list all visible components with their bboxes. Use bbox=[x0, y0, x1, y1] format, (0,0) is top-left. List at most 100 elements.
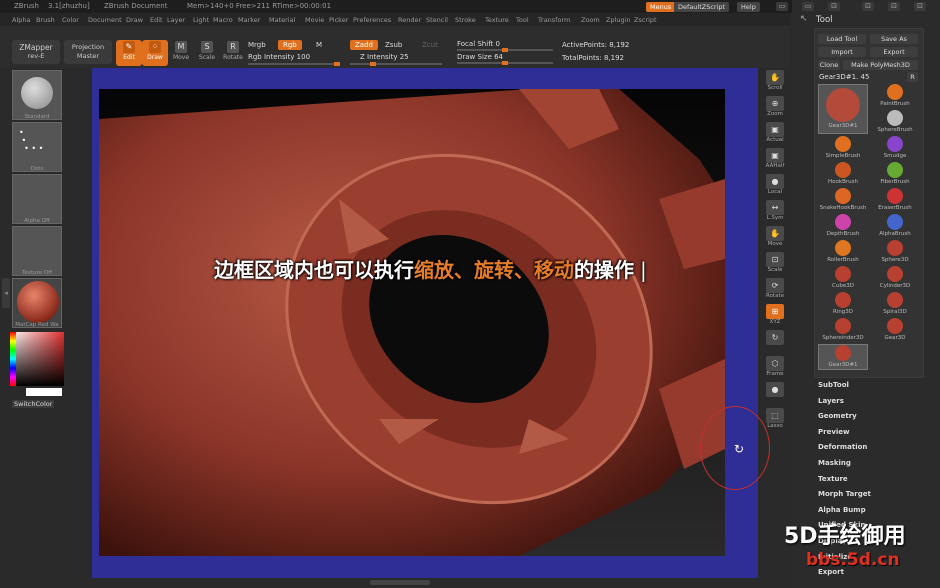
menu-movie[interactable]: Movie bbox=[305, 16, 324, 24]
tool-sphereinder3d[interactable]: Sphereinder3D bbox=[818, 318, 868, 344]
shelf-frame[interactable]: ⬡ Frame bbox=[763, 356, 787, 382]
submenu-layers[interactable]: Layers bbox=[818, 397, 844, 405]
shelf-l-sym[interactable]: ↔ L.Sym bbox=[763, 200, 787, 226]
shelf-zoom[interactable]: ⊕ Zoom bbox=[763, 96, 787, 122]
default-zscript-button[interactable]: DefaultZScript bbox=[674, 2, 730, 12]
load-tool-button[interactable]: Load Tool bbox=[818, 34, 866, 44]
tool-snakehookbrush[interactable]: SnakeHookBrush bbox=[818, 188, 868, 214]
document-canvas[interactable] bbox=[99, 89, 725, 556]
menu-edit[interactable]: Edit bbox=[150, 16, 163, 24]
menu-zscript[interactable]: Zscript bbox=[634, 16, 657, 24]
import-button[interactable]: Import bbox=[818, 47, 866, 57]
shelf-move[interactable]: ✋ Move bbox=[763, 226, 787, 252]
menu-layer[interactable]: Layer bbox=[167, 16, 185, 24]
menu-zplugin[interactable]: Zplugin bbox=[606, 16, 631, 24]
texture-slot[interactable]: Texture Off bbox=[12, 226, 62, 276]
menu-document[interactable]: Document bbox=[88, 16, 122, 24]
tool-paintbrush[interactable]: PaintBrush bbox=[870, 84, 920, 110]
tool-gear3d-1[interactable]: Gear3D#1 bbox=[818, 344, 868, 370]
tool-spherebrush[interactable]: SphereBrush bbox=[870, 110, 920, 136]
zmapper-button[interactable]: ZMapper rev-E bbox=[12, 40, 60, 64]
tool-rollerbrush[interactable]: RollerBrush bbox=[818, 240, 868, 266]
shelf-spacer-10[interactable]: ↻ bbox=[763, 330, 787, 356]
menu-texture[interactable]: Texture bbox=[485, 16, 509, 24]
menu-picker[interactable]: Picker bbox=[329, 16, 348, 24]
tool-cylinder3d[interactable]: Cylinder3D bbox=[870, 266, 920, 292]
rotate-button[interactable]: R Rotate bbox=[220, 40, 246, 66]
submenu-texture[interactable]: Texture bbox=[818, 475, 848, 483]
tool-sphere3d[interactable]: Sphere3D bbox=[870, 240, 920, 266]
move-button[interactable]: M Move bbox=[168, 40, 194, 66]
close-window-icon[interactable]: ⊡ bbox=[914, 2, 926, 11]
menu-material[interactable]: Material bbox=[269, 16, 295, 24]
menu-render[interactable]: Render bbox=[398, 16, 421, 24]
shelf-scroll[interactable]: ✋ Scroll bbox=[763, 70, 787, 96]
menu-zoom[interactable]: Zoom bbox=[581, 16, 600, 24]
mrgb-button[interactable]: Mrgb bbox=[248, 41, 266, 49]
save-as-button[interactable]: Save As bbox=[870, 34, 918, 44]
focal-shift-slider[interactable] bbox=[457, 48, 553, 52]
submenu-morph-target[interactable]: Morph Target bbox=[818, 490, 871, 498]
menu-preferences[interactable]: Preferences bbox=[353, 16, 391, 24]
r-button[interactable]: R bbox=[907, 72, 918, 82]
zsub-button[interactable]: Zsub bbox=[385, 41, 402, 49]
menu-stroke[interactable]: Stroke bbox=[455, 16, 476, 24]
shelf-icon[interactable]: ▭ bbox=[776, 2, 788, 11]
tool-alphabrush[interactable]: AlphaBrush bbox=[870, 214, 920, 240]
lock-icon[interactable]: ⊡ bbox=[828, 2, 840, 11]
draw-size-slider[interactable] bbox=[457, 61, 553, 65]
menu-draw[interactable]: Draw bbox=[126, 16, 143, 24]
clone-button[interactable]: Clone bbox=[818, 60, 840, 70]
submenu-alpha-bump[interactable]: Alpha Bump bbox=[818, 506, 866, 514]
tool-fiberbrush[interactable]: FiberBrush bbox=[870, 162, 920, 188]
minimize-icon[interactable]: ⊡ bbox=[888, 2, 900, 11]
shelf-actual[interactable]: ▣ Actual bbox=[763, 122, 787, 148]
switchcolor-button[interactable]: SwitchColor bbox=[12, 400, 55, 408]
shelf-scale[interactable]: ⊡ Scale bbox=[763, 252, 787, 278]
help-button[interactable]: Help bbox=[737, 2, 760, 12]
menu-color[interactable]: Color bbox=[62, 16, 79, 24]
submenu-preview[interactable]: Preview bbox=[818, 428, 850, 436]
zcut-button[interactable]: Zcut bbox=[422, 41, 438, 49]
zadd-button[interactable]: Zadd bbox=[350, 40, 378, 50]
bottom-scroll-handle[interactable] bbox=[370, 580, 430, 585]
stroke-slot[interactable]: • • • • • Dots bbox=[12, 122, 62, 172]
export-button[interactable]: Export bbox=[870, 47, 918, 57]
gear-model-viewport[interactable] bbox=[99, 89, 725, 556]
tool-ring3d[interactable]: Ring3D bbox=[818, 292, 868, 318]
tool-gear3d[interactable]: Gear3D bbox=[870, 318, 920, 344]
rgb-button[interactable]: Rgb bbox=[278, 40, 302, 50]
menu-stencil[interactable]: Stencil bbox=[426, 16, 448, 24]
make-polymesh-button[interactable]: Make PolyMesh3D bbox=[843, 60, 918, 70]
menu-tool[interactable]: Tool bbox=[516, 16, 529, 24]
brush-slot[interactable]: Standard bbox=[12, 70, 62, 120]
pin-icon[interactable]: ⊡ bbox=[862, 2, 874, 11]
tool-eraserbrush[interactable]: EraserBrush bbox=[870, 188, 920, 214]
shelf-xyz[interactable]: ⊞ XYZ bbox=[763, 304, 787, 330]
menu-macro[interactable]: Macro bbox=[213, 16, 233, 24]
rgb-intensity-slider[interactable] bbox=[248, 62, 340, 66]
m-button[interactable]: M bbox=[316, 41, 322, 49]
menu-light[interactable]: Light bbox=[193, 16, 209, 24]
submenu-masking[interactable]: Masking bbox=[818, 459, 851, 467]
shelf-lasso[interactable]: ⬚ Lasso bbox=[763, 408, 787, 434]
submenu-deformation[interactable]: Deformation bbox=[818, 443, 867, 451]
tool-simplebrush[interactable]: SimpleBrush bbox=[818, 136, 868, 162]
shelf-spacer-12[interactable]: ● bbox=[763, 382, 787, 408]
tool-spiral3d[interactable]: Spiral3D bbox=[870, 292, 920, 318]
menu-alpha[interactable]: Alpha bbox=[12, 16, 30, 24]
shelf-aahalf[interactable]: ▣ AAHalf bbox=[763, 148, 787, 174]
submenu-subtool[interactable]: SubTool bbox=[818, 381, 849, 389]
z-intensity-slider[interactable] bbox=[350, 62, 442, 66]
menus-button[interactable]: Menus bbox=[646, 2, 676, 12]
tool-cube3d[interactable]: Cube3D bbox=[818, 266, 868, 292]
shelf-local[interactable]: ● Local bbox=[763, 174, 787, 200]
draw-button[interactable]: ⁘ Draw bbox=[142, 40, 168, 66]
tool-hookbrush[interactable]: HookBrush bbox=[818, 162, 868, 188]
menu-marker[interactable]: Marker bbox=[238, 16, 260, 24]
left-tray-toggle-icon[interactable]: ◂ bbox=[2, 278, 10, 308]
hue-strip[interactable] bbox=[10, 332, 16, 386]
tray-icon[interactable]: ▭ bbox=[802, 2, 814, 11]
submenu-geometry[interactable]: Geometry bbox=[818, 412, 857, 420]
shelf-rotate[interactable]: ⟳ Rotate bbox=[763, 278, 787, 304]
